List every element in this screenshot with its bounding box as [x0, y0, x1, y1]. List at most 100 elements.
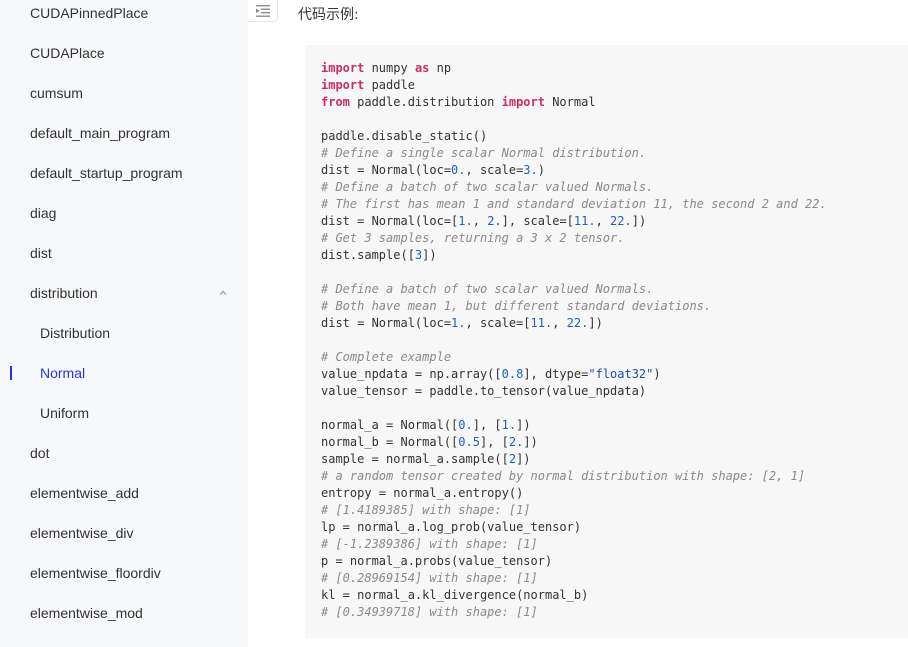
code-token: 1. — [501, 418, 517, 432]
code-token: , — [552, 316, 567, 330]
code-token: 2 — [508, 452, 517, 466]
code-comment: # Complete example — [321, 350, 452, 364]
sidebar-item-label: default_startup_program — [30, 165, 183, 181]
sidebar-item-normal[interactable]: Normal — [0, 353, 248, 393]
code-token: sample = normal_a.sample([ — [321, 452, 509, 466]
code-token: , scale= — [465, 163, 524, 177]
code-token: paddle — [364, 78, 415, 92]
sidebar-item-elementwise-mod[interactable]: elementwise_mod — [0, 593, 248, 633]
code-token: dist = Normal(loc= — [321, 316, 452, 330]
code-token: 2. — [487, 214, 502, 228]
code-keyword: import — [501, 95, 545, 109]
sidebar-toggle-button[interactable] — [248, 0, 278, 22]
code-token: ]) — [516, 418, 531, 432]
code-comment: # a random tensor created by normal dist… — [321, 469, 806, 483]
code-token: , scale=[ — [465, 316, 531, 330]
docs-page: CUDAPinnedPlace CUDAPlace cumsum default_ma… — [0, 0, 908, 647]
sidebar-item-elementwise-add[interactable]: elementwise_add — [0, 473, 248, 513]
code-token: normal_a = Normal([ — [321, 418, 459, 432]
sidebar-item-default-startup-program[interactable]: default_startup_program — [0, 153, 248, 193]
code-token: dist = Normal(loc= — [321, 163, 452, 177]
code-comment: # [1.4189385] with shape: [1] — [321, 503, 531, 517]
sidebar-item-dot[interactable]: dot — [0, 433, 248, 473]
code-token: paddle.disable_static() — [321, 129, 488, 143]
sidebar-item-distribution[interactable]: Distribution — [0, 313, 248, 353]
code-token: 0. — [451, 163, 466, 177]
code-line: dist = Normal(loc=1., scale=[11., 22.]) — [321, 315, 908, 332]
sidebar-item-label: elementwise_mod — [30, 605, 143, 621]
code-token: 11. — [573, 214, 596, 228]
sidebar-nav-list: CUDAPinnedPlace CUDAPlace cumsum default_ma… — [0, 0, 248, 633]
code-comment: # Both have mean 1, but different standa… — [321, 299, 712, 313]
sidebar-item-elementwise-div[interactable]: elementwise_div — [0, 513, 248, 553]
code-token: "float32" — [588, 367, 654, 381]
code-token: ]) — [516, 452, 531, 466]
sidebar-item-elementwise-floordiv[interactable]: elementwise_floordiv — [0, 553, 248, 593]
code-token: Normal — [544, 95, 596, 109]
sidebar-item-cudaplace[interactable]: CUDAPlace — [0, 33, 248, 73]
code-token: ]) — [523, 435, 538, 449]
code-token: , — [595, 214, 611, 228]
code-token: np — [429, 61, 452, 75]
sidebar-item-label: default_main_program — [30, 125, 171, 141]
sidebar-item-uniform[interactable]: Uniform — [0, 393, 248, 433]
sidebar-item-dist[interactable]: dist — [0, 233, 248, 273]
code-line: from paddle.distribution import Normal — [321, 94, 908, 111]
code-line: # The first has mean 1 and standard devi… — [321, 196, 908, 213]
code-example-block: import numpy as np import paddle from padd… — [305, 45, 908, 638]
sidebar-item-label: dist — [30, 245, 52, 261]
sidebar-item-distribution[interactable]: distribution — [0, 273, 248, 313]
code-line: entropy = normal_a.entropy() — [321, 485, 908, 502]
code-line: # Define a single scalar Normal distribu… — [321, 145, 908, 162]
sidebar-item-label: CUDAPlace — [30, 45, 105, 61]
sidebar-item-label: CUDAPinnedPlace — [30, 5, 149, 21]
code-line: lp = normal_a.log_prob(value_tensor) — [321, 519, 908, 536]
code-comment: # [0.34939718] with shape: [1] — [321, 605, 538, 619]
code-token: ) — [537, 163, 545, 177]
sidebar-item-cudapinnedplace[interactable]: CUDAPinnedPlace — [0, 0, 248, 33]
code-token: dist = Normal(loc=[ — [321, 214, 459, 228]
code-token: ], dtype= — [523, 367, 589, 381]
code-comment: # Define a batch of two scalar valued No… — [321, 282, 654, 296]
code-token: 0.8 — [501, 367, 524, 381]
code-token: 2. — [508, 435, 524, 449]
code-token: value_tensor = paddle.to_tensor(value_np… — [321, 384, 647, 398]
code-token: ], [ — [479, 435, 509, 449]
code-token: ) — [653, 367, 661, 381]
code-line: # a random tensor created by normal dist… — [321, 468, 908, 485]
code-line: # [0.34939718] with shape: [1] — [321, 604, 908, 621]
code-comment: # Get 3 samples, returning a 3 x 2 tenso… — [321, 231, 625, 245]
code-line: # Get 3 samples, returning a 3 x 2 tenso… — [321, 230, 908, 247]
code-token: 22. — [566, 316, 589, 330]
code-token: dist.sample([ — [321, 248, 415, 262]
chevron-up-icon[interactable] — [218, 288, 228, 298]
code-comment: # Define a batch of two scalar valued No… — [321, 180, 654, 194]
code-token: kl = normal_a.kl_divergence(normal_b) — [321, 588, 589, 602]
sidebar-item-diag[interactable]: diag — [0, 193, 248, 233]
code-token: 22. — [610, 214, 632, 228]
sidebar-item-label: elementwise_floordiv — [30, 565, 161, 581]
code-token: ]) — [631, 214, 647, 228]
code-listing: import numpy as np import paddle from padd… — [321, 60, 908, 621]
code-token: paddle.distribution — [349, 95, 502, 109]
code-line: dist = Normal(loc=0., scale=3.) — [321, 162, 908, 179]
sidebar-item-label: elementwise_add — [30, 485, 139, 501]
code-token: p = normal_a.probs(value_tensor) — [321, 554, 553, 568]
code-token: , — [472, 214, 488, 228]
sidebar-item-cumsum[interactable]: cumsum — [0, 73, 248, 113]
code-line: # Complete example — [321, 349, 908, 366]
code-token: 1. — [451, 316, 466, 330]
sidebar-item-default-main-program[interactable]: default_main_program — [0, 113, 248, 153]
sidebar-item-label: distribution — [30, 285, 98, 301]
code-comment: # [-1.2389386] with shape: [1] — [321, 537, 538, 551]
code-keyword: import — [321, 78, 365, 92]
sidebar-item-label: diag — [30, 205, 57, 221]
code-token: 0. — [458, 418, 473, 432]
sidebar-item-label: Uniform — [40, 405, 90, 421]
code-line: # [-1.2389386] with shape: [1] — [321, 536, 908, 553]
code-token: ]) — [422, 248, 437, 262]
code-line: paddle.disable_static() — [321, 128, 908, 145]
code-line: # Define a batch of two scalar valued No… — [321, 179, 908, 196]
